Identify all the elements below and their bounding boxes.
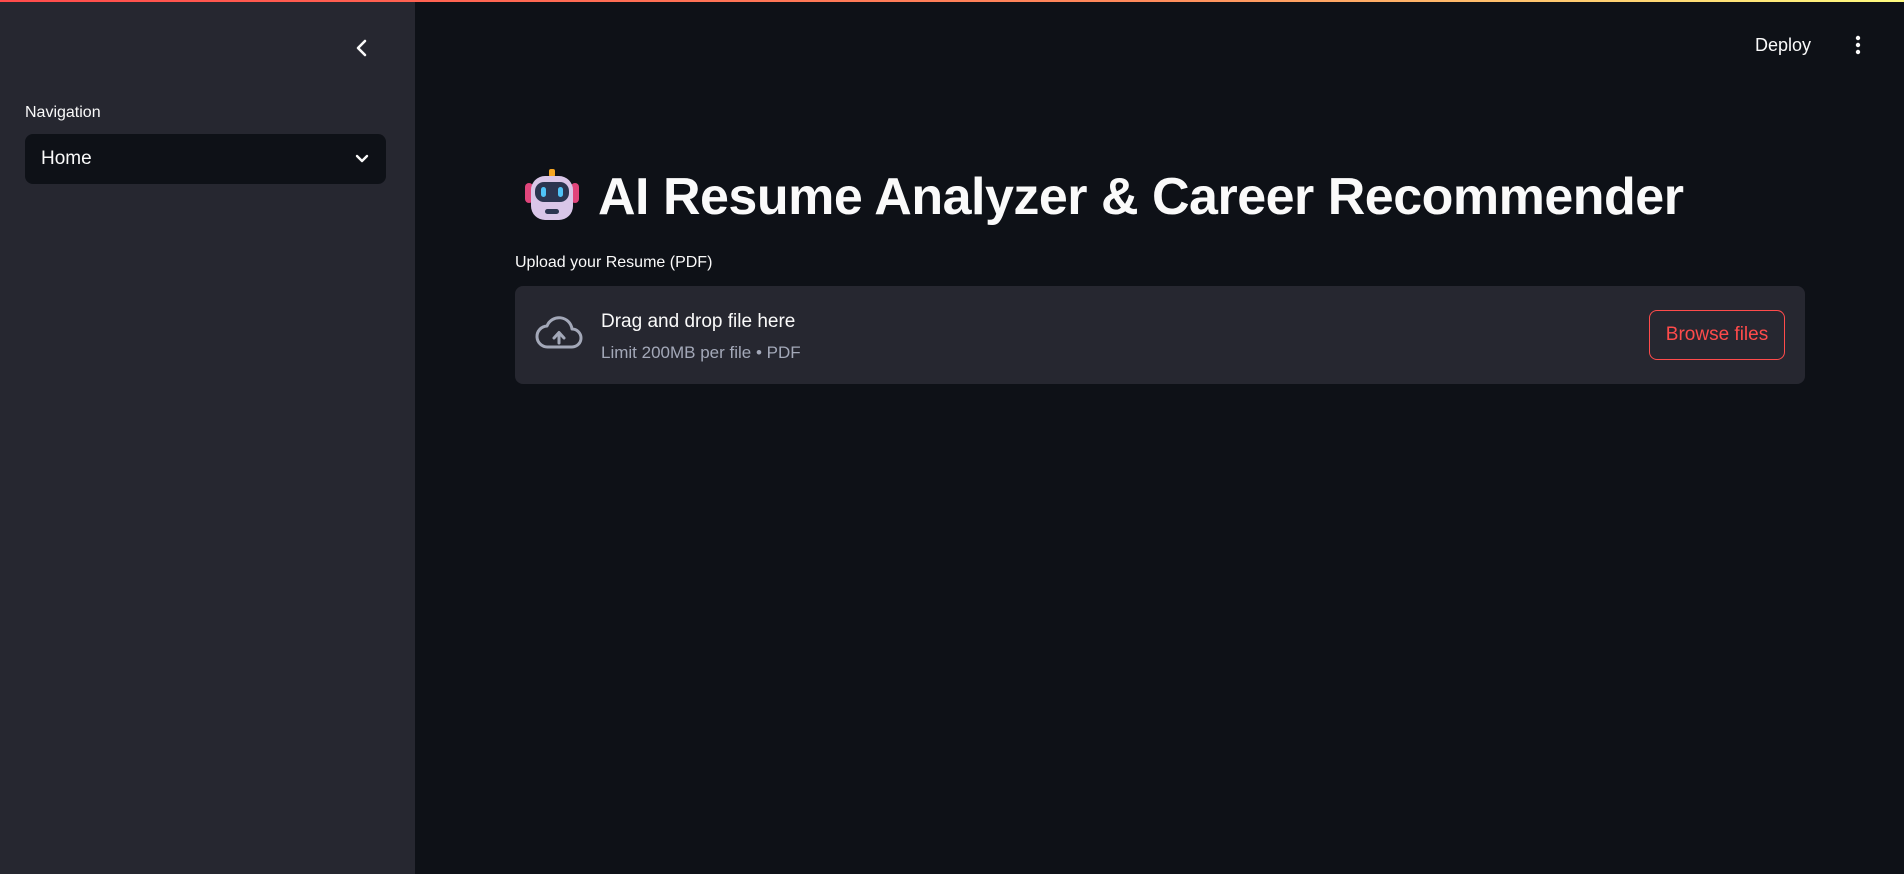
deploy-button[interactable]: Deploy (1755, 30, 1811, 60)
sidebar: Navigation Home (0, 0, 415, 874)
navigation-select[interactable]: Home (25, 134, 386, 184)
collapse-sidebar-button[interactable] (348, 34, 376, 62)
browse-files-button[interactable]: Browse files (1649, 310, 1785, 360)
dropzone-title: Drag and drop file here (601, 311, 796, 332)
app-root: Navigation Home Deploy AI Resume Analyze… (0, 0, 1904, 874)
navigation-select-value: Home (41, 148, 92, 169)
upload-label: Upload your Resume (PDF) (515, 254, 713, 271)
chevron-down-icon (355, 154, 369, 163)
dropzone-subtitle: Limit 200MB per file • PDF (601, 343, 801, 362)
kebab-menu-icon (1855, 35, 1861, 55)
chevron-left-icon (356, 39, 367, 57)
cloud-upload-icon (535, 316, 583, 349)
page-title-row: AI Resume Analyzer & Career Recommender (522, 164, 1684, 230)
main-menu-button[interactable] (1846, 30, 1870, 60)
file-dropzone[interactable]: Drag and drop file here Limit 200MB per … (515, 286, 1805, 384)
navigation-label: Navigation (25, 104, 101, 121)
top-decoration-bar (0, 0, 1904, 2)
page-title: AI Resume Analyzer & Career Recommender (598, 168, 1684, 226)
robot-icon (525, 169, 579, 220)
